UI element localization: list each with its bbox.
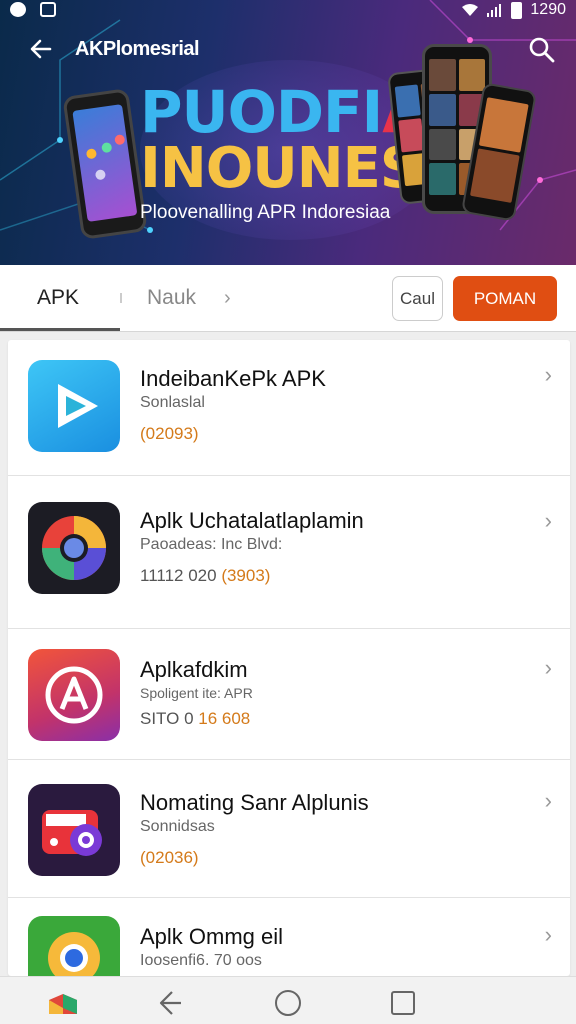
app-subtitle: Paoadeas: Inc Blvd: xyxy=(140,536,283,553)
app-subtitle: Sonlaslal xyxy=(140,394,205,411)
hero-banner: 1290 AKPlomesrial PUODFIA INOUNESIA P xyxy=(0,0,576,265)
hero-subtitle: Ploovenalling APR Indoresiaa xyxy=(140,202,391,223)
letter-a-icon xyxy=(28,649,120,741)
app-name: Aplkafdkim xyxy=(140,657,248,682)
hero-title-line1: PUODFIA xyxy=(140,78,427,146)
browser-icon xyxy=(28,502,120,594)
status-time: 1290 xyxy=(530,1,566,18)
chevron-right-icon[interactable]: › xyxy=(545,788,552,814)
chrome-like-icon xyxy=(28,916,120,976)
chevron-right-icon[interactable]: › xyxy=(224,287,231,310)
chevron-right-icon[interactable]: › xyxy=(545,362,552,388)
notification-icon xyxy=(10,2,26,17)
app-name: Aplk Ommg eil xyxy=(140,924,284,949)
signal-icon xyxy=(487,4,502,17)
status-bar: 1290 xyxy=(0,0,576,22)
list-item[interactable]: IndeibanKePk APK Sonlaslal (02093) › xyxy=(8,340,570,476)
app-title: AKPlomesrial xyxy=(75,38,200,60)
app-meta: 11112 020 (3903) xyxy=(140,566,271,585)
play-icon xyxy=(28,360,120,452)
tab-nauk[interactable]: Nauk xyxy=(147,286,196,310)
app-meta: (02093) xyxy=(140,424,199,443)
list-item[interactable]: Aplkafdkim Spoligent ite: APR SITO 0 16 … xyxy=(8,629,570,760)
tab-separator xyxy=(120,293,122,303)
app-screen: 1290 AKPlomesrial PUODFIA INOUNESIA P xyxy=(0,0,576,1024)
search-icon[interactable] xyxy=(528,36,556,64)
app-meta: (02036) xyxy=(140,848,199,867)
chevron-right-icon[interactable]: › xyxy=(545,922,552,948)
app-subtitle: Ioosenfi6. 70 oos xyxy=(140,952,262,969)
tab-bar: APK Nauk › Caul POMAN xyxy=(0,265,576,331)
chevron-right-icon[interactable]: › xyxy=(545,655,552,681)
app-meta: SITO 0 16 608 xyxy=(140,709,251,728)
app-name: Nomating Sanr Alplunis xyxy=(140,790,369,815)
list-item[interactable]: Aplk Uchatalatlaplamin Paoadeas: Inc Blv… xyxy=(8,476,570,629)
app-name: IndeibanKePk APK xyxy=(140,366,326,391)
nav-back-icon[interactable] xyxy=(157,989,187,1017)
gallery-icon xyxy=(40,2,56,17)
list-item[interactable]: Aplk Ommg eil Ioosenfi6. 70 oos › xyxy=(8,898,570,976)
wifi-icon xyxy=(462,4,479,16)
nav-home-icon[interactable] xyxy=(275,990,301,1016)
app-shortcut-icon[interactable] xyxy=(47,992,79,1016)
battery-icon xyxy=(511,1,523,19)
back-arrow-icon[interactable] xyxy=(26,34,56,64)
chevron-right-icon[interactable]: › xyxy=(545,508,552,534)
list-item[interactable]: Nomating Sanr Alplunis Sonnidsas (02036)… xyxy=(8,760,570,898)
camera-badge-icon xyxy=(28,784,120,876)
system-nav-bar xyxy=(0,976,576,1024)
poman-button[interactable]: POMAN xyxy=(453,276,557,321)
app-list: IndeibanKePk APK Sonlaslal (02093) › Apl… xyxy=(8,340,570,976)
nav-recents-icon[interactable] xyxy=(391,991,415,1015)
divider xyxy=(0,331,576,332)
tab-apk[interactable]: APK xyxy=(0,265,120,331)
app-subtitle: Spoligent ite: APR xyxy=(140,685,253,701)
tab-apk-label: APK xyxy=(37,286,80,309)
app-subtitle: Sonnidsas xyxy=(140,818,215,835)
caul-button[interactable]: Caul xyxy=(392,276,443,321)
app-name: Aplk Uchatalatlaplamin xyxy=(140,508,364,533)
